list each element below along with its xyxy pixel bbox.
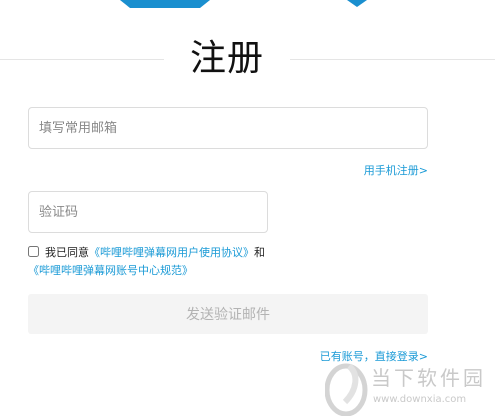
top-decoration — [120, 0, 367, 8]
verification-code-input[interactable] — [28, 191, 268, 233]
agree-and-text: 和 — [254, 246, 265, 259]
phone-register-link[interactable]: 用手机注册> — [364, 162, 428, 178]
agree-checkbox[interactable] — [28, 246, 39, 257]
send-verification-email-button[interactable]: 发送验证邮件 — [28, 294, 428, 334]
watermark-url: www.downxia.com — [373, 394, 467, 405]
email-input[interactable] — [28, 107, 428, 149]
user-agreement-link[interactable]: 《哔哩哔哩弹幕网用户使用协议》 — [89, 246, 254, 259]
top-decoration-right-shape — [347, 0, 367, 7]
title-divider-right — [290, 59, 495, 60]
register-page: 注册 用手机注册> 我已同意《哔哩哔哩弹幕网用户使用协议》和《哔哩哔哩弹幕网账号… — [0, 0, 495, 419]
title-divider-left — [0, 59, 164, 60]
page-title: 注册 — [189, 38, 264, 79]
agree-prefix-text: 我已同意 — [45, 246, 89, 259]
account-center-rules-link[interactable]: 《哔哩哔哩弹幕网账号中心规范》 — [28, 264, 193, 277]
watermark-logo-icon — [325, 363, 368, 416]
agreement-row: 我已同意《哔哩哔哩弹幕网用户使用协议》和《哔哩哔哩弹幕网账号中心规范》 — [28, 244, 428, 280]
top-decoration-left-shape — [120, 0, 210, 8]
watermark: 当下软件园 www.downxia.com — [325, 358, 495, 419]
watermark-brand: 当下软件园 — [371, 366, 486, 390]
